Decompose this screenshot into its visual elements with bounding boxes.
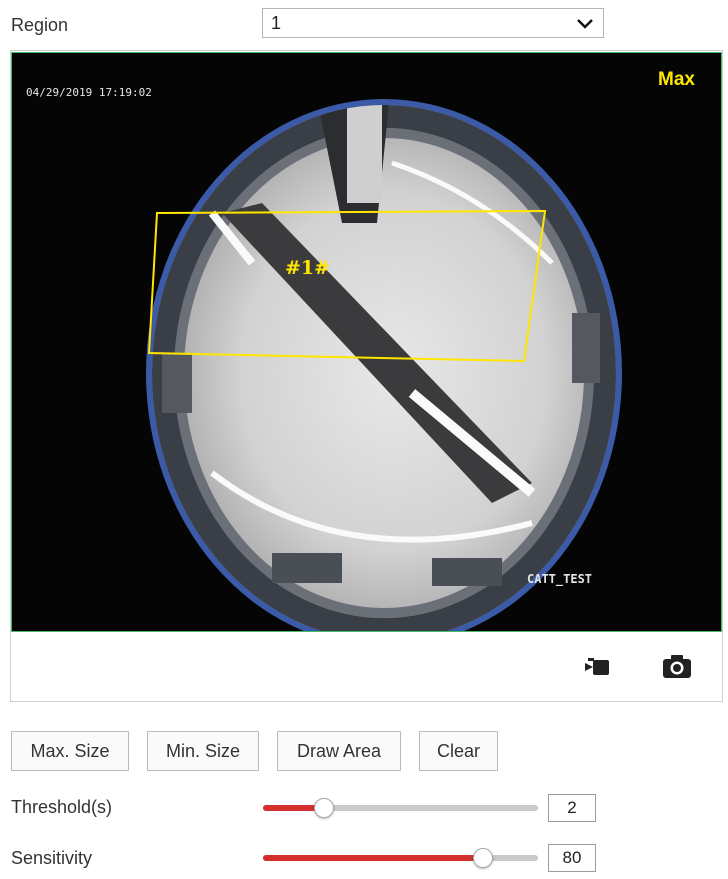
region-label: Region [11,15,69,35]
camera-name-overlay: CATT_TEST [527,572,593,586]
threshold-label: Threshold(s) [11,797,113,817]
threshold-input[interactable]: 2 [548,794,596,822]
sensitivity-slider-fill [263,855,483,861]
camera-snapshot-icon[interactable] [662,653,692,684]
video-record-icon[interactable] [585,655,615,684]
sensitivity-slider[interactable] [263,848,538,868]
threshold-slider-thumb[interactable] [313,798,334,818]
min-size-button[interactable]: Min. Size [147,731,259,771]
threshold-slider[interactable] [263,798,538,818]
sensitivity-slider-thumb[interactable] [473,848,493,868]
region-select[interactable]: 1 [262,8,604,38]
sensitivity-label: Sensitivity [11,848,93,868]
timestamp-overlay: 04/29/2019 17:19:02 [26,86,152,99]
sensitivity-input[interactable]: 80 [548,844,596,872]
zoom-badge: Max [658,69,695,90]
region-select-value: 1 [271,13,282,33]
region-tag: #1# [285,257,331,279]
live-video-view[interactable]: 04/29/2019 17:19:02 Max #1# CATT_TEST [11,52,722,632]
clear-button[interactable]: Clear [419,731,498,771]
fisheye-image [146,99,622,631]
draw-area-button[interactable]: Draw Area [277,731,401,771]
chevron-down-icon [575,14,595,42]
max-size-button[interactable]: Max. Size [11,731,129,771]
